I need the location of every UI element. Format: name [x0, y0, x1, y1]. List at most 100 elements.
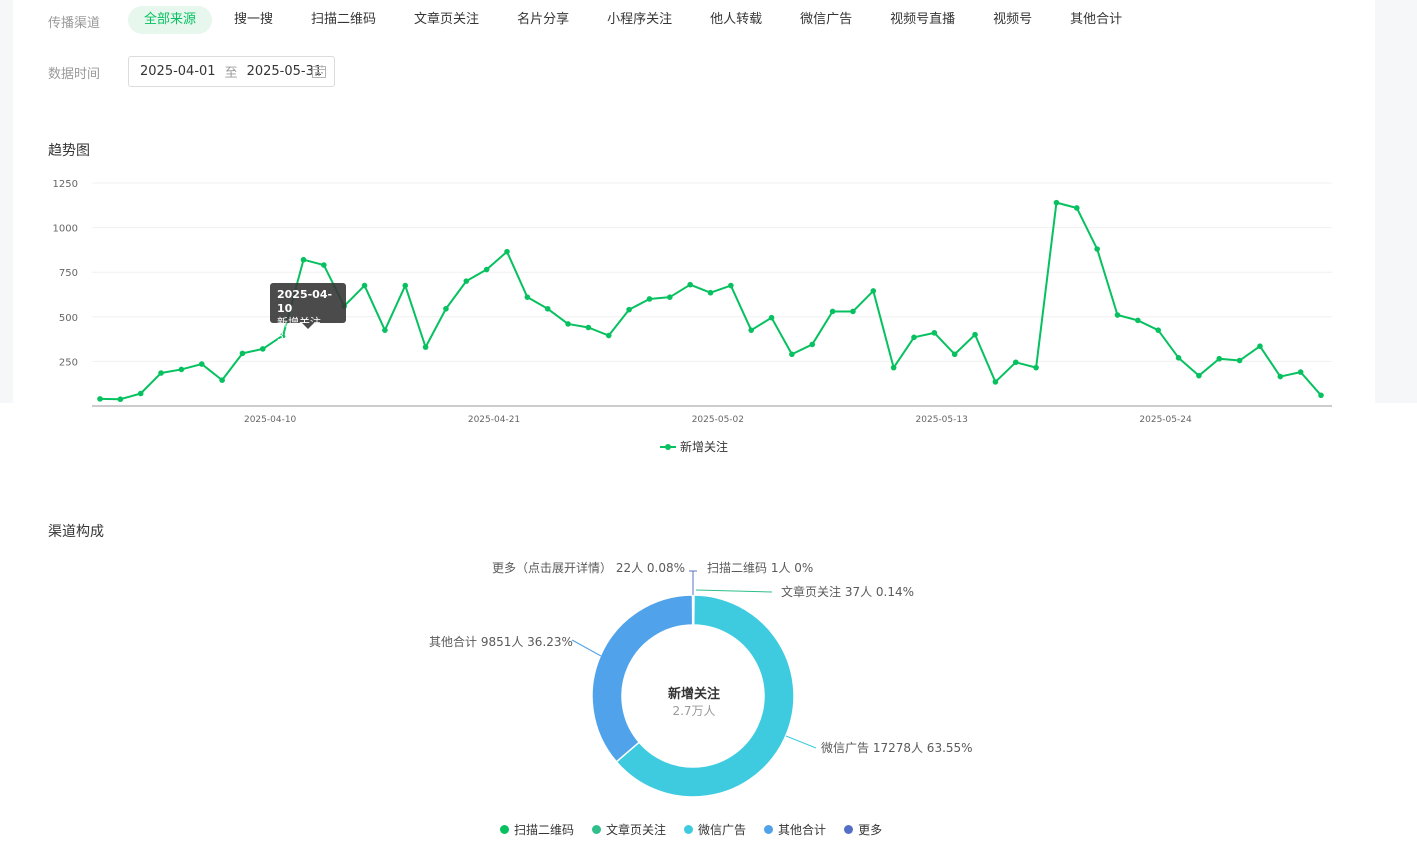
data-point — [1297, 369, 1304, 375]
trend-legend[interactable]: 新增关注 — [660, 438, 728, 455]
x-tick-label: 2025-04-10 — [244, 415, 297, 425]
data-point — [422, 344, 429, 350]
donut-center-value: 2.7万人 — [672, 704, 716, 718]
legend-item[interactable]: 扫描二维码 — [500, 821, 574, 838]
data-point — [850, 308, 856, 315]
legend-item[interactable]: 文章页关注 — [592, 821, 666, 838]
data-point — [667, 294, 673, 300]
channel-tab[interactable]: 视频号 — [977, 6, 1048, 34]
tooltip-date: 2025-04-10 — [277, 288, 333, 315]
y-tick-label: 500 — [59, 313, 78, 324]
x-tick-label: 2025-05-02 — [692, 415, 744, 425]
trend-line-chart[interactable]: 250 500 750 1000 1250 2025-04-10 2025-04-21 202… — [0, 170, 1417, 430]
data-point — [911, 334, 917, 341]
data-point — [972, 331, 978, 338]
pie-label-other: 其他合计 9851人 36.23% — [429, 635, 573, 649]
date-separator: 至 — [224, 66, 238, 81]
channel-tab[interactable]: 微信广告 — [784, 6, 868, 34]
data-point — [382, 327, 388, 333]
data-point — [707, 289, 714, 296]
data-point — [1175, 355, 1182, 361]
channel-filter-label: 传播渠道 — [48, 16, 101, 31]
data-point — [1053, 199, 1060, 206]
trend-title: 趋势图 — [48, 143, 90, 159]
data-point — [483, 266, 490, 273]
channel-tabs: 全部来源 搜一搜 扫描二维码 文章页关注 名片分享 小程序关注 他人转载 微信广告 视频号直播视… — [128, 6, 1144, 34]
legend-item[interactable]: 微信广告 — [684, 821, 746, 838]
legend-item[interactable]: 更多 — [844, 821, 882, 838]
data-point — [870, 288, 877, 294]
label-leader-line — [785, 735, 817, 749]
pie-label-qr: 扫描二维码 1人 0% — [707, 561, 814, 575]
data-point — [585, 324, 592, 331]
legend-label: 微信广告 — [698, 823, 747, 837]
data-point — [1216, 355, 1223, 362]
date-end[interactable]: 2025-05-31 — [247, 64, 323, 79]
data-point — [768, 314, 775, 321]
legend-label: 更多 — [858, 823, 883, 837]
channel-tab[interactable]: 小程序关注 — [591, 6, 688, 34]
y-tick-label: 250 — [59, 357, 78, 368]
data-point — [646, 296, 653, 302]
data-point — [992, 379, 999, 385]
label-leader-line — [689, 570, 697, 595]
data-point — [829, 308, 836, 315]
legend-label: 文章页关注 — [606, 823, 667, 837]
data-point — [544, 305, 551, 312]
calendar-icon[interactable] — [312, 65, 326, 78]
donut-slice — [591, 594, 694, 763]
pie-label-more[interactable]: 更多（点击展开详情） 22人 0.08% — [492, 559, 685, 576]
data-point — [158, 370, 164, 376]
label-leader-line — [571, 639, 602, 657]
channel-tab[interactable]: 文章页关注 — [398, 6, 495, 34]
data-point — [748, 327, 754, 333]
channel-donut-chart[interactable] — [0, 540, 1417, 820]
data-point — [728, 282, 734, 289]
data-point — [809, 341, 816, 348]
composition-title: 渠道构成 — [48, 524, 104, 540]
data-point — [137, 390, 144, 397]
channel-tab[interactable]: 搜一搜 — [218, 6, 289, 34]
data-point — [1114, 312, 1121, 318]
donut-slice — [691, 594, 694, 626]
legend-item[interactable]: 其他合计 — [764, 821, 826, 838]
x-tick-label: 2025-05-13 — [916, 415, 968, 425]
y-tick-label: 1000 — [53, 224, 78, 235]
channel-tab[interactable]: 名片分享 — [501, 6, 585, 34]
label-leader-line — [695, 589, 773, 593]
data-point — [1196, 372, 1202, 379]
data-point — [402, 282, 409, 289]
data-point — [260, 346, 266, 352]
data-point — [117, 396, 124, 403]
data-point — [687, 281, 693, 288]
channel-tab[interactable]: 他人转载 — [694, 6, 778, 34]
data-point — [1257, 343, 1263, 350]
data-point — [1135, 317, 1141, 324]
legend-dot — [844, 825, 854, 834]
data-point — [1033, 364, 1039, 371]
data-point — [1094, 246, 1100, 252]
channel-tab[interactable]: 全部来源 — [128, 6, 213, 34]
y-tick-label: 750 — [59, 268, 78, 279]
channel-tab[interactable]: 其他合计 — [1054, 6, 1138, 34]
data-point — [97, 396, 103, 402]
data-point — [178, 366, 185, 373]
date-range-picker[interactable]: 2025-04-01 至 2025-05-31 — [128, 56, 335, 87]
data-point — [504, 248, 510, 255]
data-point — [565, 321, 571, 327]
channel-tab[interactable]: 扫描二维码 — [295, 6, 392, 34]
data-point — [239, 350, 246, 357]
data-point — [931, 330, 938, 336]
legend-label: 扫描二维码 — [514, 823, 575, 837]
legend-line-marker — [660, 442, 676, 452]
data-point — [1155, 327, 1161, 333]
legend-dot — [764, 825, 774, 834]
data-point — [890, 364, 897, 371]
data-point — [1236, 357, 1243, 364]
channel-tab[interactable]: 视频号直播 — [874, 6, 971, 34]
donut-center-title: 新增关注 — [667, 687, 720, 702]
data-point — [321, 262, 327, 268]
date-start[interactable]: 2025-04-01 — [140, 64, 216, 79]
tooltip-value: 新增关注 396 — [277, 316, 321, 343]
data-point — [524, 294, 531, 300]
